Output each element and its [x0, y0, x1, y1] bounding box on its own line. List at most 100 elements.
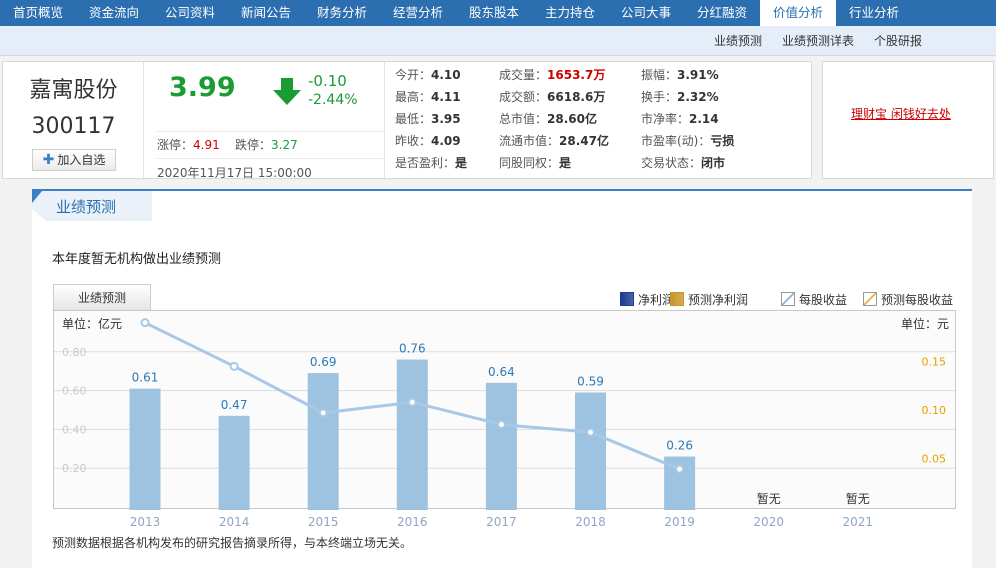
price-change: -0.10 [308, 72, 347, 90]
bar-value-label: 0.69 [310, 355, 337, 369]
quote-value: 4.11 [431, 90, 461, 104]
nav-tab[interactable]: 公司资料 [152, 0, 228, 26]
left-tick-label: 0.20 [62, 462, 87, 475]
quote-value: 是 [559, 156, 572, 170]
quote-field: 市盈率(动)：亏损 [641, 130, 734, 152]
subnav-item-reports[interactable]: 个股研报 [874, 26, 922, 56]
quote-value: 4.10 [431, 68, 461, 82]
legend-label: 预测每股收益 [881, 292, 954, 307]
bar-value-label: 0.47 [221, 398, 248, 412]
quote-label: 最高： [395, 90, 432, 104]
x-tick-label: 2013 [130, 515, 161, 529]
chart-footnote: 预测数据根据各机构发布的研究报告摘录所得，与本终端立场无关。 [52, 536, 413, 550]
quote-field: 换手：2.32% [641, 86, 719, 108]
quote-field: 昨收：4.09 [395, 130, 461, 152]
down-arrow-icon [273, 78, 301, 105]
legend-swatch [781, 292, 795, 306]
limit-down-value: 3.27 [271, 138, 298, 152]
add-watchlist-label: 加入自选 [57, 153, 106, 167]
quote-value: 是 [455, 156, 468, 170]
quote-time: 2020年11月17日 15:00:00 [157, 158, 385, 181]
quote-label: 最低： [395, 112, 432, 126]
bar-2018 [575, 392, 606, 510]
legend-label: 预测净利润 [688, 292, 749, 307]
quote-value: 4.09 [431, 134, 461, 148]
nav-tab[interactable]: 行业分析 [836, 0, 912, 26]
nav-tab[interactable]: 财务分析 [304, 0, 380, 26]
quote-label: 市盈率(动)： [641, 134, 711, 148]
subnav-item-forecast[interactable]: 业绩预测 [714, 26, 762, 56]
limit-up-label: 涨停： [157, 138, 194, 152]
eps-point [586, 427, 595, 437]
quote-field: 流通市值：28.47亿 [499, 130, 609, 152]
x-tick-label: 2014 [219, 515, 250, 529]
right-tick-label: 0.15 [922, 355, 947, 368]
forecast-chart: 0.20 0.40 0.60 0.80 0.05 0.10 0.15 单位：亿元 单位：元 0.6… [54, 316, 957, 529]
quote-label: 同股同权： [499, 156, 560, 170]
nav-tab[interactable]: 价值分析 [760, 0, 836, 26]
eps-point [675, 464, 685, 474]
quote-value: 28.47亿 [559, 134, 609, 148]
quote-field: 今开：4.10 [395, 64, 461, 86]
quote-label: 昨收： [395, 134, 432, 148]
x-tick-label: 2018 [575, 515, 606, 529]
price-block: 3.99 -0.10 -2.44% 涨停：4.91 跌停：3.27 2020年1… [145, 62, 385, 180]
limit-up-value: 4.91 [193, 138, 220, 152]
quote-label: 今开： [395, 68, 432, 82]
quote-panel: 嘉寓股份 300117 ✚ 加入自选 3.99 -0.10 -2.44% 涨停：4… [2, 61, 812, 180]
bar-2014 [218, 415, 250, 510]
nav-tab[interactable]: 资金流向 [76, 0, 152, 26]
bar-value-label: 0.76 [399, 342, 426, 356]
quote-value: 3.95 [431, 112, 461, 126]
legend-swatch [670, 292, 684, 306]
quote-value: 闭市 [701, 156, 726, 170]
plus-icon: ✚ [42, 152, 55, 168]
limit-prices: 涨停：4.91 跌停：3.27 [157, 131, 385, 153]
quote-value: 2.14 [689, 112, 719, 126]
legend-swatch [863, 292, 877, 306]
nav-tab[interactable]: 分红融资 [684, 0, 760, 26]
nav-tab[interactable]: 主力持仓 [532, 0, 608, 26]
stock-identity: 嘉寓股份 300117 ✚ 加入自选 [3, 62, 144, 180]
quote-value: 6618.6万 [547, 90, 606, 104]
right-tick-label: 0.05 [922, 452, 947, 465]
limit-down-label: 跌停： [235, 138, 272, 152]
forecast-notice: 本年度暂无机构做出业绩预测 [52, 252, 222, 267]
quote-field: 成交量：1653.7万 [499, 64, 605, 86]
x-tick-label: 2020 [753, 515, 784, 529]
quote-label: 交易状态： [641, 156, 702, 170]
nav-tab[interactable]: 股东股本 [456, 0, 532, 26]
nav-tab[interactable]: 公司大事 [608, 0, 684, 26]
right-tick-label: 0.10 [922, 404, 947, 417]
quote-label: 成交额： [499, 90, 548, 104]
quote-field: 总市值：28.60亿 [499, 108, 597, 130]
add-watchlist-button[interactable]: ✚ 加入自选 [32, 149, 116, 171]
ad-link[interactable]: 理财宝 闲钱好去处 [851, 105, 951, 122]
legend-item: 预测净利润 [670, 291, 748, 307]
panel-title: 业绩预测 [56, 198, 117, 216]
bar-2013 [129, 388, 161, 510]
top-nav: 首页概览 资金流向 公司资料 新闻公告 财务分析 经营分析 股东股本 主力持仓 公司大事 分红融资… [0, 0, 996, 26]
eps-point [407, 397, 417, 407]
legend-item: 净利润 [620, 291, 674, 307]
left-tick-label: 0.40 [62, 423, 87, 436]
eps-point [496, 420, 506, 430]
quote-label: 市净率： [641, 112, 690, 126]
bar-2017 [485, 382, 517, 510]
quote-field: 市净率：2.14 [641, 108, 719, 130]
nav-tab[interactable]: 新闻公告 [228, 0, 304, 26]
subnav-item-forecast-detail[interactable]: 业绩预测详表 [782, 26, 854, 56]
quote-value: 2.32% [677, 90, 719, 104]
nav-tab[interactable]: 首页概览 [0, 0, 76, 26]
eps-point [318, 408, 328, 418]
bar-value-label: 0.59 [577, 375, 604, 389]
chart-tab-forecast[interactable]: 业绩预测 [53, 284, 151, 310]
quote-label: 成交量： [499, 68, 548, 82]
left-tick-label: 0.60 [62, 385, 87, 398]
quote-value: 3.91% [677, 68, 719, 82]
nav-tab[interactable]: 经营分析 [380, 0, 456, 26]
quote-label: 是否盈利： [395, 156, 456, 170]
no-data-label: 暂无 [757, 492, 781, 506]
price-change-pct: -2.44% [308, 92, 358, 108]
legend-item: 每股收益 [781, 291, 847, 307]
